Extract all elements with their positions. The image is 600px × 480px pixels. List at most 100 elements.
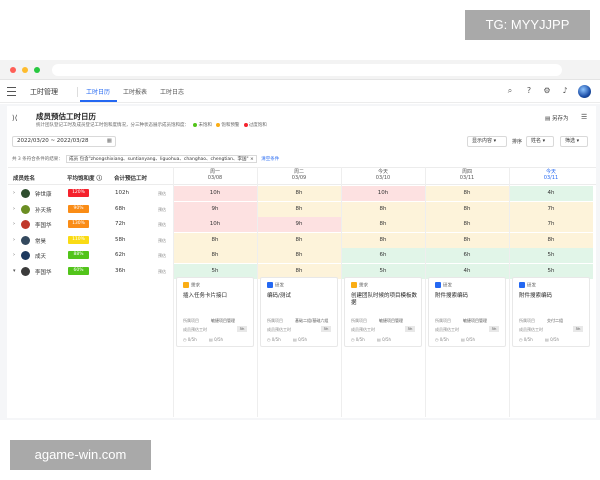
app-header: 工时管理 工时日历 工时报表 工时日志 ⌕ ? ⚙ ♪ [0,81,600,103]
hours-cell[interactable]: 6h [341,248,425,263]
hours-cell[interactable]: 8h [341,201,425,217]
display-content-select[interactable]: 显示内容 ▾ [467,136,507,147]
tab-hours-log[interactable]: 工时日志 [160,87,184,96]
hours-cell[interactable]: 10h [341,186,425,201]
hours-cell[interactable]: 8h [425,186,509,201]
task-title[interactable]: 创建团队时候的项目模板数据 [351,293,421,307]
panel-subtitle-text: 统计团队登记工时及成员登记工时饱和度情况，分三种状态展示成员饱和度： [36,123,189,128]
hours-cell[interactable]: 7h [509,201,593,217]
task-owner-label: 成员预估工时 [435,327,459,332]
hours-cell[interactable]: 8h [257,186,341,201]
menu-icon[interactable] [7,87,16,96]
task-hours-chip: 5h [489,326,499,332]
member-name[interactable]: 李国华 [35,268,52,276]
close-window-icon[interactable] [10,67,16,73]
task-type-icon [435,282,441,288]
expand-row-icon[interactable]: › [13,206,15,212]
settings-icon[interactable]: ⚙ [542,86,552,96]
hours-cell[interactable]: 8h [257,248,341,263]
member-row[interactable]: › 钟世康 120% 102h 预估 10h 8h 10h 8h 4h [8,186,596,201]
hours-cell[interactable]: 5h [509,248,593,263]
task-estimate-value: 0/5h [214,337,224,342]
member-row[interactable]: › 常昊 110% 58h 预估 8h 8h 8h 8h 8h [8,232,596,248]
info-icon[interactable]: ⓘ [96,176,102,182]
hours-cell[interactable]: 7h [509,217,593,232]
task-project: 敏捷项目管理 [211,318,235,323]
minimize-window-icon[interactable] [22,67,28,73]
hours-cell[interactable]: 10h [173,186,257,201]
hours-cell[interactable]: 6h [425,248,509,263]
expand-row-icon[interactable]: › [13,237,15,243]
collapse-row-icon[interactable]: ▾ [13,268,16,274]
task-title[interactable]: 插入任务卡片接口 [183,293,253,300]
filter-select[interactable]: 筛选 ▾ [560,136,588,147]
hours-cell[interactable]: 8h [257,201,341,217]
expand-row-icon[interactable]: › [13,190,15,196]
hours-cell[interactable]: 9h [257,217,341,232]
task-title[interactable]: 附件搜索编码 [435,293,505,300]
user-avatar[interactable] [578,85,591,98]
legend-unsaturated: 未饱和 [198,123,212,128]
hours-cell[interactable]: 4h [509,186,593,201]
hours-cell[interactable]: 8h [173,248,257,263]
task-card[interactable]: 研发 附件搜索编码 所属项目 敏捷项目管理 成员预估工时 5h ◷ 0/5h ▤ 0/5h [428,277,506,347]
help-icon[interactable]: ? [524,86,534,96]
hours-cell[interactable]: 8h [425,217,509,232]
task-card[interactable]: 研发 编码/测试 所属项目 基础二组/基础六组 成员预估工时 5h ◷ 0/5h ▤ 0/5h [260,277,338,347]
clear-filters-link[interactable]: 清空条件 [261,157,279,162]
saturation-badge: 60% [68,266,89,275]
task-owner-label: 成员预估工时 [267,327,291,332]
tab-hours-calendar[interactable]: 工时日历 [86,87,110,96]
save-as-button[interactable]: ▤ 另存为 [545,114,568,122]
hours-cell[interactable]: 8h [425,232,509,248]
member-name[interactable]: 常昊 [35,237,46,245]
member-name[interactable]: 李国华 [35,221,52,229]
member-name[interactable]: 钟世康 [35,190,52,198]
column-header-saturation: 平均饱和度 ⓘ [67,174,102,182]
task-card[interactable]: 需求 创建团队时候的项目模板数据 所属项目 敏捷项目管理 成员预估工时 5h ◷ 0/5h ▤… [344,277,422,347]
member-row[interactable]: › 孙天扬 90% 68h 预估 9h 8h 8h 8h 7h [8,201,596,217]
saturation-badge: 110% [68,235,89,244]
search-icon[interactable]: ⌕ [505,86,515,96]
task-hours-chip: 5h [573,326,583,332]
task-estimate-value: 0/5h [298,337,308,342]
hours-cell[interactable]: 8h [341,217,425,232]
task-project: 敏捷项目管理 [379,318,403,323]
address-bar[interactable] [52,64,562,76]
hours-cell[interactable]: 10h [173,217,257,232]
sort-label: 排序 [512,139,523,145]
task-project: 交付二组 [547,318,563,323]
sort-value: 姓名 [531,138,542,144]
expand-row-icon[interactable]: › [13,221,15,227]
task-card[interactable]: 研发 附件搜索编码 所属项目 交付二组 成员预估工时 5h ◷ 0/5h ▤ 0/5h [512,277,590,347]
sort-select[interactable]: 姓名 ▾ [526,136,554,147]
save-as-label: 另存为 [551,116,569,122]
day-header-date: 03/11 [543,175,559,181]
task-title[interactable]: 附件搜索编码 [519,293,589,300]
task-project-label: 所属项目 [435,318,451,323]
hours-cell[interactable]: 8h [509,232,593,248]
member-name[interactable]: 孙天扬 [35,206,52,214]
date-range-picker[interactable]: 2022/03/20 ~ 2022/03/28 ▦ [12,136,116,147]
task-card[interactable]: 需求 插入任务卡片接口 所属项目 敏捷项目管理 成员预估工时 5h ◷ 0/5h ▤ 0/5h [176,277,254,347]
filter-condition-text: 成员 包含"zhongshixiang、suntianyang、liguohua… [69,157,249,162]
task-progress: ◷ 0/5h [435,337,449,342]
notification-icon[interactable]: ♪ [560,86,570,96]
hours-cell[interactable]: 8h [425,201,509,217]
member-name[interactable]: 成天 [35,252,46,260]
hours-cell[interactable]: 8h [173,232,257,248]
hours-cell[interactable]: 9h [173,201,257,217]
avatar [21,220,30,229]
collapse-icon[interactable]: ⟩⟨ [12,114,17,122]
expand-row-icon[interactable]: › [13,252,15,258]
task-title[interactable]: 编码/测试 [267,293,337,300]
hours-cell[interactable]: 8h [341,232,425,248]
member-row[interactable]: › 李国华 130% 72h 预估 10h 9h 8h 8h 7h [8,217,596,232]
filter-condition-tag[interactable]: 成员 包含"zhongshixiang、suntianyang、liguohua… [66,155,257,163]
maximize-window-icon[interactable] [34,67,40,73]
member-row[interactable]: › 成天 88% 62h 预估 8h 8h 6h 6h 5h [8,248,596,263]
hours-cell[interactable]: 8h [257,232,341,248]
list-view-icon[interactable]: ☰ [581,113,587,121]
task-estimate: ▤ 0/5h [209,337,223,342]
tab-hours-report[interactable]: 工时报表 [123,87,147,96]
